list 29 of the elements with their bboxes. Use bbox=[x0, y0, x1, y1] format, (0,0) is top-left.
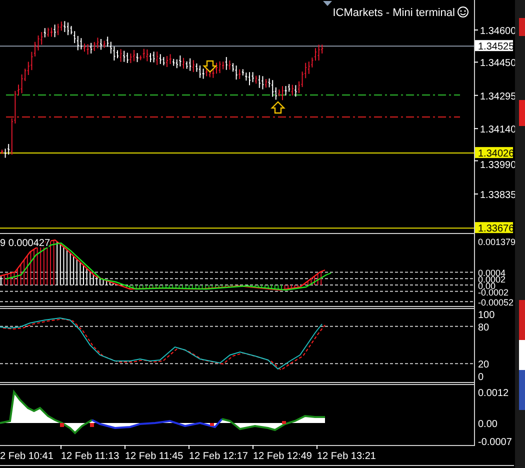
buy-arrow-icon bbox=[270, 101, 286, 114]
price-label: 1.33835 bbox=[480, 190, 516, 201]
price-label: 1.34450 bbox=[480, 58, 516, 70]
price-label: 1.34600 bbox=[480, 26, 516, 37]
time-label: 12 Feb 11:45 bbox=[125, 451, 184, 462]
time-label: 12 Feb 13:21 bbox=[317, 451, 376, 462]
stochastic-axis-label: 80 bbox=[478, 322, 490, 334]
window-title: ICMarkets - Mini terminal bbox=[332, 7, 455, 19]
oscillator-axis-label: -0.0007 bbox=[478, 437, 512, 448]
time-label: 12 Feb 11:13 bbox=[61, 451, 120, 462]
oscillator-axis-label: 0.00 bbox=[478, 419, 498, 430]
price-label: 1.34140 bbox=[480, 124, 516, 136]
scroll-marker-icon bbox=[323, 1, 332, 6]
price-label: 1.33990 bbox=[480, 160, 516, 171]
time-label: 12 Feb 12:17 bbox=[189, 451, 248, 462]
macd-axis-label: -0.00052 bbox=[478, 298, 514, 308]
oscillator-axis-label: 0.0012 bbox=[478, 388, 509, 399]
stochastic-axis-label: 0 bbox=[478, 372, 484, 383]
stochastic-axis-label: 100 bbox=[478, 310, 495, 321]
price-tag: 1.34026 bbox=[475, 147, 514, 160]
price-tag: 1.33676 bbox=[475, 222, 514, 235]
price-tag: 1.34525 bbox=[475, 40, 514, 53]
sell-arrow-icon bbox=[202, 60, 218, 73]
smiley-icon bbox=[458, 6, 468, 18]
time-label: 12 Feb 12:49 bbox=[253, 451, 312, 462]
price-label: 1.34295 bbox=[480, 91, 516, 102]
stochastic-axis-label: 20 bbox=[478, 360, 490, 371]
macd-axis-label: 0.001379 bbox=[478, 236, 516, 247]
time-label: 2 Feb 10:41 bbox=[0, 451, 54, 462]
